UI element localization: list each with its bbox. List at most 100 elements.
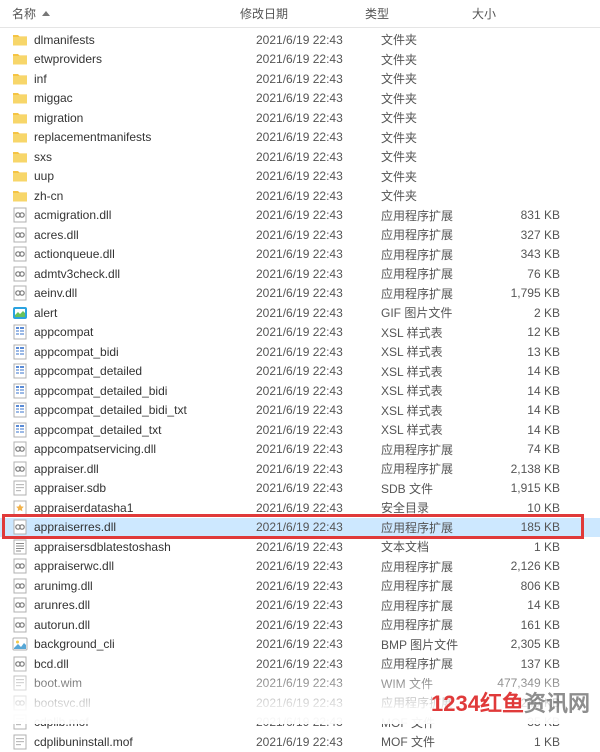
file-row[interactable]: cdplibuninstall.mof2021/6/19 22:43MOF 文件…: [0, 732, 600, 752]
file-row[interactable]: zh-cn2021/6/19 22:43文件夹: [0, 186, 600, 206]
file-date: 2021/6/19 22:43: [256, 715, 381, 729]
file-row[interactable]: appcompat2021/6/19 22:43XSL 样式表12 KB: [0, 323, 600, 343]
file-row[interactable]: miggac2021/6/19 22:43文件夹: [0, 89, 600, 109]
file-name: bootsvc.dll: [34, 696, 256, 710]
column-header-name[interactable]: 名称: [12, 1, 240, 26]
file-date: 2021/6/19 22:43: [256, 403, 381, 417]
file-row[interactable]: bootsvc.dll2021/6/19 22:43应用程序扩展249 KB: [0, 693, 600, 713]
file-name: migration: [34, 111, 256, 125]
dll-icon: [12, 597, 28, 613]
file-date: 2021/6/19 22:43: [256, 520, 381, 534]
column-header-date-label: 修改日期: [240, 5, 288, 22]
file-size: 74 KB: [488, 442, 568, 456]
cat-icon: [12, 500, 28, 516]
file-name: dlmanifests: [34, 33, 256, 47]
file-size: 76 KB: [488, 267, 568, 281]
file-row[interactable]: appraiser.sdb2021/6/19 22:43SDB 文件1,915 …: [0, 479, 600, 499]
file-row[interactable]: sxs2021/6/19 22:43文件夹: [0, 147, 600, 167]
file-row[interactable]: appraiserres.dll2021/6/19 22:43应用程序扩展185…: [0, 518, 600, 538]
file-row[interactable]: arunres.dll2021/6/19 22:43应用程序扩展14 KB: [0, 596, 600, 616]
file-size: 1,795 KB: [488, 286, 568, 300]
file-row[interactable]: appcompat_detailed_bidi2021/6/19 22:43XS…: [0, 381, 600, 401]
file-row[interactable]: actionqueue.dll2021/6/19 22:43应用程序扩展343 …: [0, 245, 600, 265]
mof-icon: [12, 714, 28, 730]
file-type: 应用程序扩展: [381, 577, 488, 594]
dll-icon: [12, 461, 28, 477]
file-type: 应用程序扩展: [381, 655, 488, 672]
file-date: 2021/6/19 22:43: [256, 325, 381, 339]
file-type: XSL 样式表: [381, 363, 488, 380]
file-type: XSL 样式表: [381, 343, 488, 360]
column-header-type[interactable]: 类型: [365, 1, 472, 26]
file-date: 2021/6/19 22:43: [256, 579, 381, 593]
column-header-size[interactable]: 大小: [472, 1, 572, 26]
xsl-icon: [12, 402, 28, 418]
file-row[interactable]: aeinv.dll2021/6/19 22:43应用程序扩展1,795 KB: [0, 284, 600, 304]
dll-icon: [12, 558, 28, 574]
file-row[interactable]: etwproviders2021/6/19 22:43文件夹: [0, 50, 600, 70]
file-name: appcompatservicing.dll: [34, 442, 256, 456]
file-name: background_cli: [34, 637, 256, 651]
file-row[interactable]: appraiserwc.dll2021/6/19 22:43应用程序扩展2,12…: [0, 557, 600, 577]
file-date: 2021/6/19 22:43: [256, 267, 381, 281]
file-date: 2021/6/19 22:43: [256, 91, 381, 105]
file-name: appcompat_detailed_bidi: [34, 384, 256, 398]
file-type: 文件夹: [381, 187, 488, 204]
file-row[interactable]: appcompat_bidi2021/6/19 22:43XSL 样式表13 K…: [0, 342, 600, 362]
column-header-row: 名称 修改日期 类型 大小: [0, 0, 600, 28]
file-type: 应用程序扩展: [381, 285, 488, 302]
file-name: appcompat_detailed_bidi_txt: [34, 403, 256, 417]
folder-icon: [12, 188, 28, 204]
file-date: 2021/6/19 22:43: [256, 676, 381, 690]
file-row[interactable]: autorun.dll2021/6/19 22:43应用程序扩展161 KB: [0, 615, 600, 635]
file-row[interactable]: acmigration.dll2021/6/19 22:43应用程序扩展831 …: [0, 206, 600, 226]
file-row[interactable]: appraiser.dll2021/6/19 22:43应用程序扩展2,138 …: [0, 459, 600, 479]
file-date: 2021/6/19 22:43: [256, 247, 381, 261]
file-size: 10 KB: [488, 501, 568, 515]
file-row[interactable]: replacementmanifests2021/6/19 22:43文件夹: [0, 128, 600, 148]
dll-icon: [12, 207, 28, 223]
file-row[interactable]: background_cli2021/6/19 22:43BMP 图片文件2,3…: [0, 635, 600, 655]
column-header-type-label: 类型: [365, 5, 389, 22]
file-size: 1,915 KB: [488, 481, 568, 495]
file-row[interactable]: cdplib.mof2021/6/19 22:43MOF 文件35 KB: [0, 713, 600, 733]
folder-icon: [12, 71, 28, 87]
file-row[interactable]: migration2021/6/19 22:43文件夹: [0, 108, 600, 128]
file-row[interactable]: dlmanifests2021/6/19 22:43文件夹: [0, 30, 600, 50]
file-date: 2021/6/19 22:43: [256, 286, 381, 300]
file-name: appcompat_bidi: [34, 345, 256, 359]
file-row[interactable]: appcompat_detailed_bidi_txt2021/6/19 22:…: [0, 401, 600, 421]
file-name: uup: [34, 169, 256, 183]
column-header-date[interactable]: 修改日期: [240, 1, 365, 26]
folder-icon: [12, 168, 28, 184]
file-row[interactable]: admtv3check.dll2021/6/19 22:43应用程序扩展76 K…: [0, 264, 600, 284]
file-date: 2021/6/19 22:43: [256, 598, 381, 612]
file-row[interactable]: appcompat_detailed_txt2021/6/19 22:43XSL…: [0, 420, 600, 440]
file-name: aeinv.dll: [34, 286, 256, 300]
file-size: 35 KB: [488, 715, 568, 729]
file-row[interactable]: acres.dll2021/6/19 22:43应用程序扩展327 KB: [0, 225, 600, 245]
file-row[interactable]: boot.wim2021/6/19 22:43WIM 文件477,349 KB: [0, 674, 600, 694]
file-row[interactable]: inf2021/6/19 22:43文件夹: [0, 69, 600, 89]
file-name: autorun.dll: [34, 618, 256, 632]
file-row[interactable]: appcompat_detailed2021/6/19 22:43XSL 样式表…: [0, 362, 600, 382]
file-type: 文件夹: [381, 51, 488, 68]
file-row[interactable]: uup2021/6/19 22:43文件夹: [0, 167, 600, 187]
file-row[interactable]: alert2021/6/19 22:43GIF 图片文件2 KB: [0, 303, 600, 323]
file-row[interactable]: appraisersdblatestoshash2021/6/19 22:43文…: [0, 537, 600, 557]
file-row[interactable]: bcd.dll2021/6/19 22:43应用程序扩展137 KB: [0, 654, 600, 674]
file-type: 应用程序扩展: [381, 519, 488, 536]
file-size: 14 KB: [488, 384, 568, 398]
file-type: 文件夹: [381, 31, 488, 48]
folder-icon: [12, 90, 28, 106]
xsl-icon: [12, 363, 28, 379]
file-date: 2021/6/19 22:43: [256, 735, 381, 749]
file-date: 2021/6/19 22:43: [256, 481, 381, 495]
file-name: alert: [34, 306, 256, 320]
file-row[interactable]: appraiserdatasha12021/6/19 22:43安全目录10 K…: [0, 498, 600, 518]
file-date: 2021/6/19 22:43: [256, 208, 381, 222]
file-row[interactable]: appcompatservicing.dll2021/6/19 22:43应用程…: [0, 440, 600, 460]
file-row[interactable]: arunimg.dll2021/6/19 22:43应用程序扩展806 KB: [0, 576, 600, 596]
file-type: 文件夹: [381, 168, 488, 185]
file-type: BMP 图片文件: [381, 636, 488, 653]
